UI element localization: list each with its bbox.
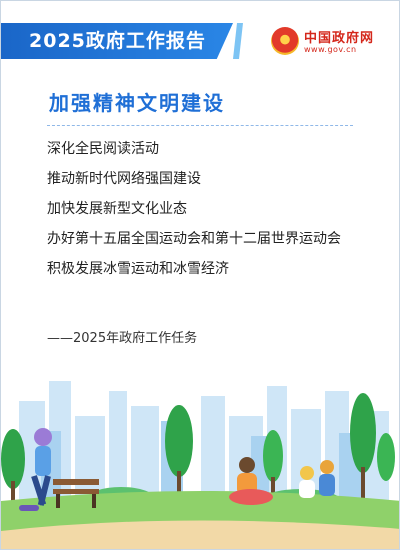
logo-name: 中国政府网 xyxy=(304,31,375,46)
task-item-2: 推动新时代网络强国建设 xyxy=(47,171,201,187)
task-list: 深化全民阅读活动 推动新时代网络强国建设 加快发展新型文化业态 办好第十五届全国… xyxy=(47,134,365,284)
task-item-5: 积极发展冰雪运动和冰雪经济 xyxy=(47,261,229,277)
gov-logo[interactable]: 中国政府网 www.gov.cn xyxy=(271,27,391,61)
banner-accent-stripe xyxy=(233,23,243,59)
task-item-4: 办好第十五届全国运动会和第十二届世界运动会 xyxy=(47,231,341,247)
logo-url: www.gov.cn xyxy=(304,45,357,54)
park-illustration xyxy=(1,381,399,549)
section-heading: 加强精神文明建设 xyxy=(49,91,225,115)
source-note: ——2025年政府工作任务 xyxy=(47,331,198,346)
banner-title: 2025政府工作报告 xyxy=(29,30,206,52)
task-item-3: 加快发展新型文化业态 xyxy=(47,201,187,217)
national-emblem-icon xyxy=(271,27,299,55)
poster: 2025政府工作报告 中国政府网 www.gov.cn 加强精神文明建设 深化全… xyxy=(0,0,400,550)
task-item-1: 深化全民阅读活动 xyxy=(47,141,159,157)
dashed-divider xyxy=(47,125,353,126)
